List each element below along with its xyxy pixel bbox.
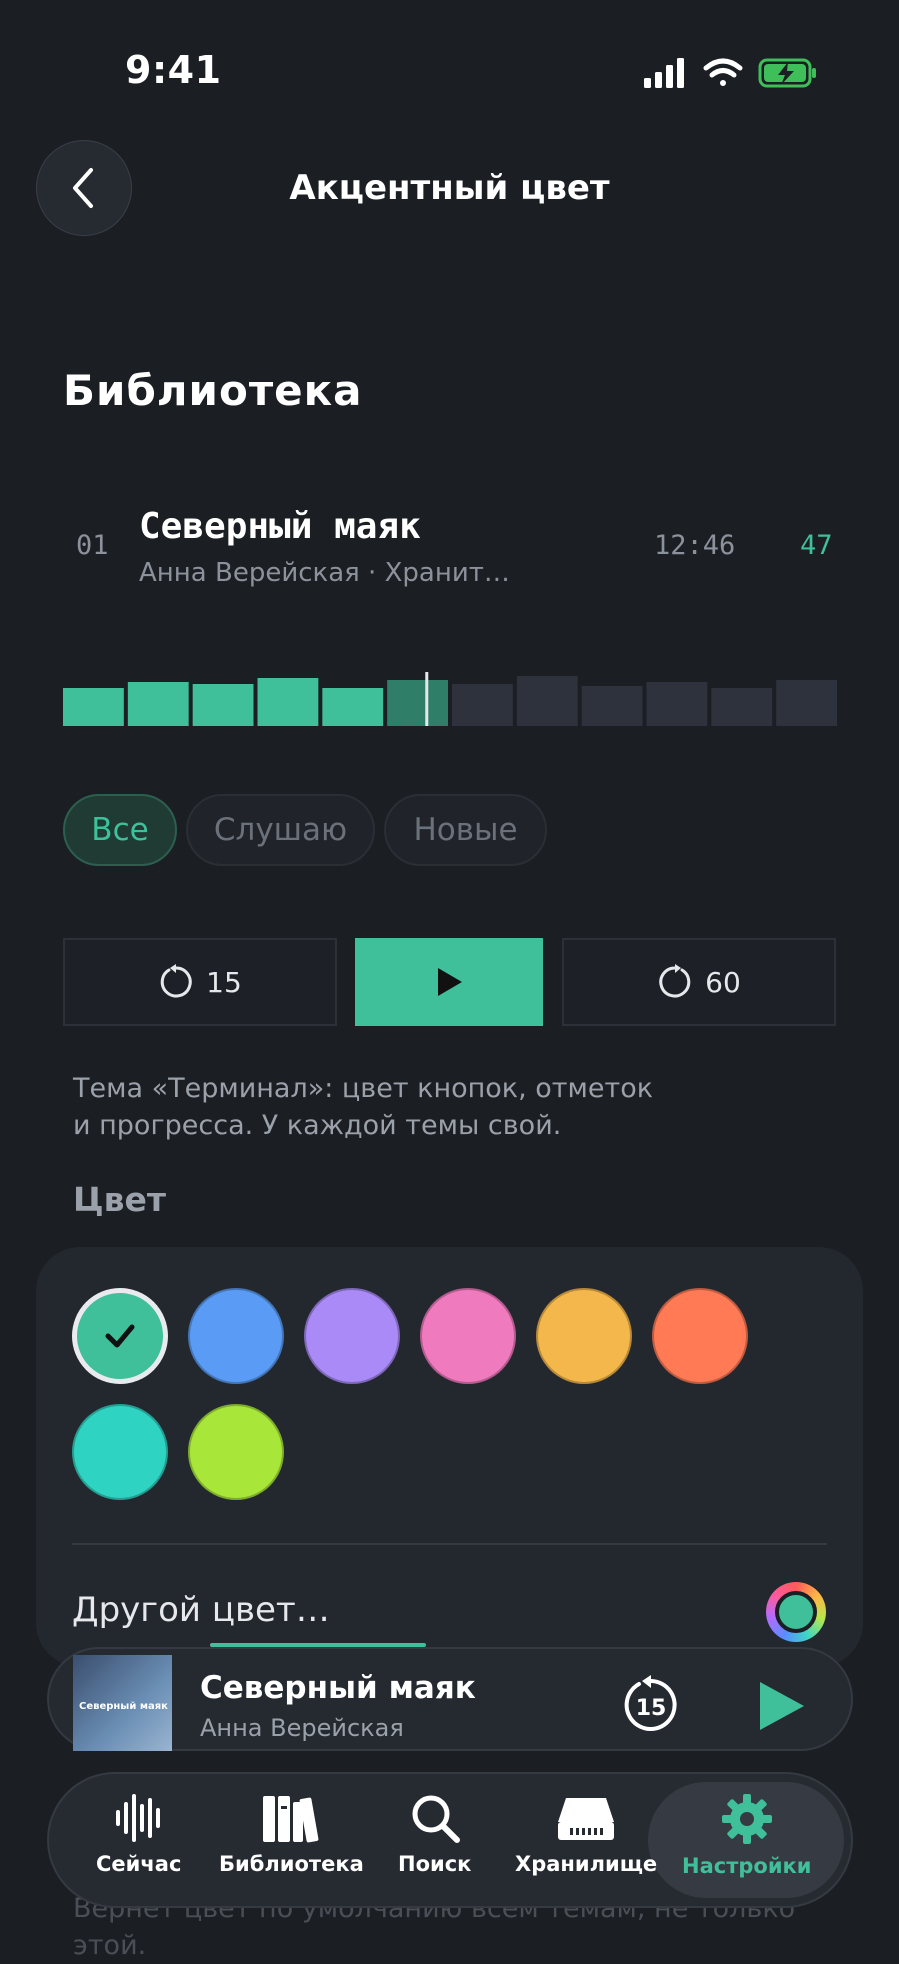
color-swatch[interactable] xyxy=(420,1288,516,1384)
cover-title: Северный маяк xyxy=(79,1701,168,1712)
svg-text:15: 15 xyxy=(636,1696,667,1721)
mini-player-progress xyxy=(210,1643,426,1647)
forward-seconds: 60 xyxy=(705,965,741,999)
status-icons xyxy=(644,58,816,88)
track-number: 01 xyxy=(76,530,109,561)
tab-label: Настройки xyxy=(682,1854,812,1878)
waveform-bar xyxy=(387,680,448,726)
color-swatch[interactable] xyxy=(188,1288,284,1384)
waveform-progress[interactable] xyxy=(63,672,837,726)
waveform-bar xyxy=(581,686,643,726)
forward-button[interactable]: 60 xyxy=(562,938,836,1026)
mini-player-title: Северный маяк xyxy=(200,1670,476,1706)
tab-storage[interactable]: Хранилище xyxy=(515,1792,657,1876)
tab-label: Сейчас xyxy=(96,1852,182,1876)
waveform-bar xyxy=(322,688,384,726)
tab-label: Поиск xyxy=(398,1852,472,1876)
color-section-label: Цвет xyxy=(73,1180,167,1219)
tab-label: Библиотека xyxy=(219,1852,364,1876)
color-swatch[interactable] xyxy=(652,1288,748,1384)
color-swatch[interactable] xyxy=(72,1288,168,1384)
preview-section-title: Библиотека xyxy=(63,366,363,415)
filter-chip-new[interactable]: Новые xyxy=(384,794,547,866)
play-button[interactable] xyxy=(355,938,543,1026)
waveform-bar xyxy=(127,682,189,726)
tab-now[interactable]: Сейчас xyxy=(96,1792,181,1876)
gear-icon xyxy=(721,1794,772,1844)
battery-charging-icon xyxy=(758,58,816,88)
tab-label: Хранилище xyxy=(515,1852,658,1876)
waveform-bar xyxy=(63,688,124,726)
signal-icon xyxy=(644,58,684,88)
mini-player-artist: Анна Верейская xyxy=(200,1714,404,1742)
color-swatch[interactable] xyxy=(72,1404,168,1500)
track-count: 47 xyxy=(800,530,833,561)
storage-icon xyxy=(558,1798,615,1840)
color-swatch[interactable] xyxy=(304,1288,400,1384)
waveform-bar xyxy=(516,676,578,726)
color-swatch[interactable] xyxy=(536,1288,632,1384)
search-icon xyxy=(412,1795,460,1843)
books-icon xyxy=(263,1796,319,1843)
forward-icon xyxy=(659,964,691,998)
mini-play-icon[interactable] xyxy=(752,1678,808,1734)
custom-color-wheel-icon[interactable] xyxy=(766,1582,826,1642)
tab-search[interactable]: Поиск xyxy=(398,1792,471,1876)
other-color-label[interactable]: Другой цвет… xyxy=(72,1590,330,1630)
theme-description: Тема «Терминал»: цвет кнопок, отметок и … xyxy=(73,1070,793,1144)
divider xyxy=(72,1543,827,1545)
reset-note-line: этой. xyxy=(73,1930,147,1961)
waveform-bar xyxy=(711,688,773,726)
description-line: Тема «Терминал»: цвет кнопок, отметок xyxy=(73,1073,654,1104)
waveform-icon xyxy=(115,1794,160,1842)
waveform-bar xyxy=(646,682,708,726)
track-title[interactable]: Северный маяк xyxy=(139,506,421,547)
tab-library[interactable]: Библиотека xyxy=(219,1792,364,1876)
checkmark-icon xyxy=(105,1324,135,1348)
tab-settings[interactable]: Настройки xyxy=(682,1792,812,1878)
waveform-bar xyxy=(452,684,513,726)
page-title: Акцентный цвет xyxy=(289,168,610,208)
waveform-bar xyxy=(257,678,319,726)
description-line: и прогресса. У каждой темы свой. xyxy=(73,1110,562,1141)
track-duration: 12:46 xyxy=(654,530,736,561)
track-subtitle: Анна Верейская · Хранит… xyxy=(139,558,510,588)
waveform-bar xyxy=(192,684,254,726)
color-swatch[interactable] xyxy=(188,1404,284,1500)
waveform-playhead xyxy=(425,672,429,726)
rewind-button[interactable]: 15 xyxy=(63,938,337,1026)
status-time: 9:41 xyxy=(125,48,222,92)
album-cover[interactable]: Северный маяк xyxy=(73,1655,172,1751)
wifi-icon xyxy=(703,58,743,86)
rewind-seconds: 15 xyxy=(206,965,242,999)
filter-chip-listening[interactable]: Слушаю xyxy=(186,794,375,866)
skip-back-15-icon[interactable]: 15 xyxy=(620,1674,682,1736)
waveform-bar xyxy=(776,680,837,726)
play-icon xyxy=(438,968,462,996)
filter-chip-all[interactable]: Все xyxy=(63,794,177,866)
rewind-icon xyxy=(160,964,192,998)
